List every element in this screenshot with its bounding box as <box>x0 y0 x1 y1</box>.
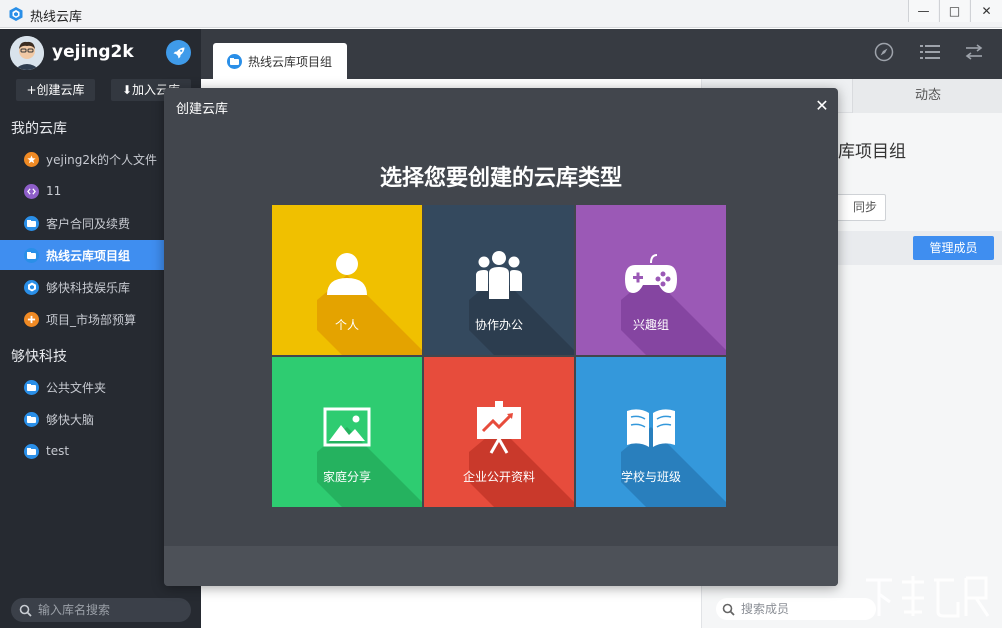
list-view-button[interactable] <box>919 41 941 63</box>
watermark-logo-icon <box>866 576 990 618</box>
sidebar-item-label: 公共文件夹 <box>46 380 107 395</box>
create-library-button[interactable]: +创建云库 <box>16 79 95 101</box>
rocket-button[interactable] <box>166 40 191 65</box>
library-type-tile[interactable]: 学校与班级 <box>576 357 726 507</box>
tab-current-library[interactable]: 热线云库项目组 <box>213 43 347 79</box>
library-search-input[interactable] <box>38 603 178 617</box>
list-icon <box>920 45 940 59</box>
cube-icon <box>24 279 39 295</box>
compass-button[interactable] <box>873 41 895 63</box>
tile-label: 家庭分享 <box>322 470 371 484</box>
code-icon <box>24 183 39 199</box>
member-search-box[interactable] <box>716 598 876 620</box>
plus-icon <box>24 311 39 327</box>
tab-label: 热线云库项目组 <box>248 54 333 69</box>
folder-icon <box>24 247 39 263</box>
dialog-footer <box>164 546 838 586</box>
folder-icon <box>24 411 39 427</box>
tile-label: 企业公开资料 <box>462 470 535 484</box>
library-type-tile[interactable]: 家庭分享 <box>272 357 422 507</box>
person-icon <box>317 245 377 305</box>
library-type-grid: 个人 协作办公 兴趣组家庭分享 企业公开资料 学校与班级 <box>272 205 726 507</box>
folder-icon <box>227 53 242 69</box>
tile-label: 兴趣组 <box>632 318 669 332</box>
rocket-icon <box>173 47 184 58</box>
member-search-input[interactable] <box>741 602 861 616</box>
library-name: 库项目组 <box>838 142 906 162</box>
compass-icon <box>874 42 894 62</box>
sidebar-item-label: 热线云库项目组 <box>46 248 131 263</box>
sidebar-item-label: test <box>46 444 70 458</box>
search-icon <box>19 604 32 617</box>
avatar[interactable] <box>10 36 44 70</box>
transfer-arrows-icon <box>965 44 983 60</box>
username: yejing2k <box>52 42 134 62</box>
dialog-close-button[interactable]: ✕ <box>813 97 831 115</box>
library-type-tile[interactable]: 个人 <box>272 205 422 355</box>
sidebar-item-label: 客户合同及续费 <box>46 216 131 231</box>
top-bar: 热线云库项目组 <box>201 29 1002 79</box>
section-title-my-libraries: 我的云库 <box>11 121 67 137</box>
search-icon <box>722 603 735 616</box>
tile-label: 个人 <box>334 318 359 332</box>
picture-icon <box>317 397 377 457</box>
sidebar-item-label: yejing2k的个人文件 <box>46 152 157 167</box>
dialog-title: 创建云库 <box>176 102 229 117</box>
book-icon <box>621 397 681 457</box>
section-title-company: 够快科技 <box>11 349 67 365</box>
library-type-tile[interactable]: 协作办公 <box>424 205 574 355</box>
folder-icon <box>24 443 39 459</box>
manage-members-button[interactable]: 管理成员 <box>913 236 994 260</box>
avatar-face-icon <box>10 36 44 70</box>
transfer-button[interactable] <box>963 41 985 63</box>
presentation-icon <box>469 397 529 457</box>
library-type-tile[interactable]: 企业公开资料 <box>424 357 574 507</box>
folder-icon <box>24 379 39 395</box>
sidebar-item-label: 11 <box>46 184 62 198</box>
maximize-button[interactable]: □ <box>939 0 969 22</box>
tile-label: 协作办公 <box>474 318 523 332</box>
star-icon <box>24 151 39 167</box>
minimize-button[interactable]: — <box>908 0 938 22</box>
folder-icon <box>24 215 39 231</box>
sync-button[interactable]: 同步 <box>836 194 886 221</box>
close-window-button[interactable]: ✕ <box>970 0 1002 22</box>
sidebar-item-label: 够快大脑 <box>46 412 95 427</box>
app-logo-icon <box>9 7 23 21</box>
team-icon <box>469 245 529 305</box>
title-bar: 热线云库 — □ ✕ <box>0 0 1002 28</box>
library-search-box[interactable] <box>11 598 191 622</box>
gamepad-icon <box>621 245 681 305</box>
window-title: 热线云库 <box>30 10 83 25</box>
tab-dynamic[interactable]: 动态 <box>852 79 1002 113</box>
sidebar-item-label: 够快科技娱乐库 <box>46 280 131 295</box>
dialog-heading: 选择您要创建的云库类型 <box>379 165 622 191</box>
tile-label: 学校与班级 <box>620 470 681 484</box>
sidebar-item-label: 项目_市场部预算 <box>46 312 137 327</box>
library-type-tile[interactable]: 兴趣组 <box>576 205 726 355</box>
create-library-dialog: 创建云库 ✕ 选择您要创建的云库类型 个人 协作办公 兴趣组家庭分享 企业公开资料 学校… <box>164 88 838 586</box>
